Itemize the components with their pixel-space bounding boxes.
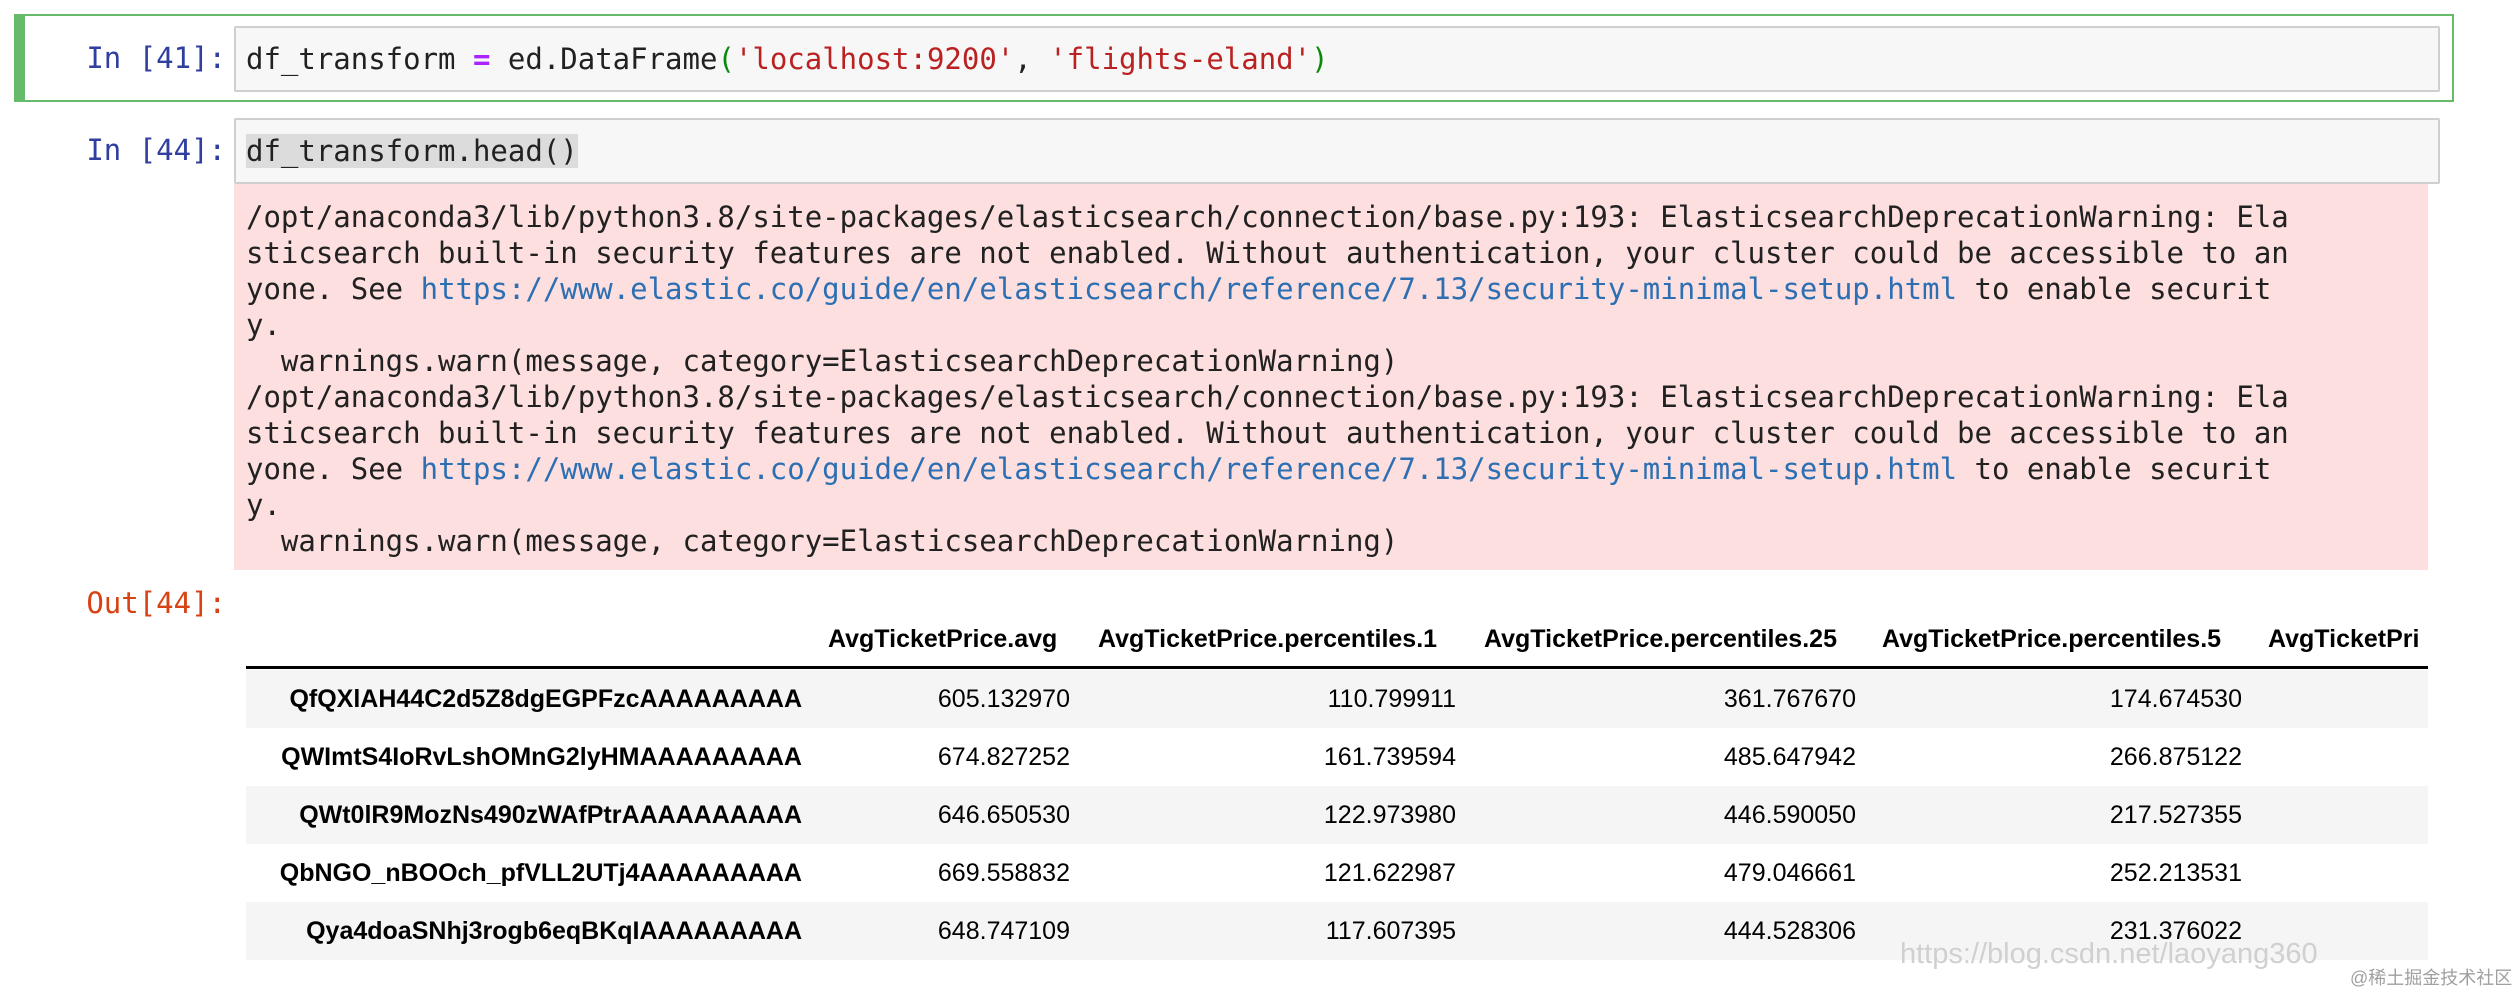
table-cell: 669.558832 [937,859,1070,887]
column-header: AvgTicketPrice.percentiles.25 [1484,625,1837,653]
watermark-url: https://blog.csdn.net/laoyang360 [1900,938,2318,970]
table-cell: 122.973980 [1323,801,1456,829]
stderr-line: yone. See https://www.elastic.co/guide/e… [246,272,2271,306]
code-string-index: 'flights-eland' [1049,42,1312,76]
stderr-output: /opt/anaconda3/lib/python3.8/site-packag… [234,184,2428,570]
stderr-text: to enable securit [1957,272,2272,306]
stderr-line: /opt/anaconda3/lib/python3.8/site-packag… [246,200,2289,234]
input-prompt-41: In [41]: [86,41,226,75]
code-text-44: df_transform.head() [246,134,578,168]
table-cell: 485.647942 [1723,743,1856,771]
code-close-paren: ) [1311,42,1329,76]
code-call: ed.DataFrame [490,42,718,76]
stderr-text: yone. See [246,452,421,486]
table-cell: 446.590050 [1723,801,1856,829]
table-cell: 674.827252 [937,743,1070,771]
code-input-41[interactable]: df_transform = ed.DataFrame('localhost:9… [234,26,2440,92]
table-cell: 605.132970 [937,685,1070,713]
table-cell: 361.767670 [1723,685,1856,713]
watermark-tag: @稀土掘金技术社区 [2350,968,2513,988]
stderr-line: y. [246,308,281,342]
stderr-line: warnings.warn(message, category=Elastics… [246,344,1399,378]
dataframe-table: AvgTicketPrice.avg AvgTicketPrice.percen… [246,612,2428,962]
table-row: QfQXlAH44C2d5Z8dgEGPFzcAAAAAAAAA 605.132… [246,670,2428,728]
code-text-41: df_transform = ed.DataFrame('localhost:9… [246,42,1329,76]
input-prompt-44: In [44]: [86,133,226,167]
column-header: AvgTicketPri [2268,625,2420,653]
table-cell: 117.607395 [1325,917,1456,945]
column-header: AvgTicketPrice.percentiles.5 [1882,625,2222,653]
stderr-line: yone. See https://www.elastic.co/guide/e… [246,452,2271,486]
table-cell: 479.046661 [1723,859,1856,887]
table-cell: 161.739594 [1323,743,1456,771]
table-cell: 174.674530 [2109,685,2242,713]
table-cell: 646.650530 [937,801,1070,829]
output-prompt-44: Out[44]: [86,586,226,620]
security-docs-link[interactable]: https://www.elastic.co/guide/en/elastics… [421,452,1957,486]
table-cell: 444.528306 [1723,917,1856,945]
row-index: QbNGO_nBOOch_pfVLL2UTj4AAAAAAAAA [279,859,802,887]
table-row: QWImtS4IoRvLshOMnG2lyHMAAAAAAAAA 674.827… [246,728,2428,786]
table-cell: 217.527355 [2109,801,2242,829]
table-cell: 252.213531 [2109,859,2242,887]
row-index: QWt0lR9MozNs490zWAfPtrAAAAAAAAAA [299,801,802,829]
row-index: QWImtS4IoRvLshOMnG2lyHMAAAAAAAAA [281,743,802,771]
row-index: QfQXlAH44C2d5Z8dgEGPFzcAAAAAAAAA [289,685,802,713]
security-docs-link[interactable]: https://www.elastic.co/guide/en/elastics… [421,272,1957,306]
stderr-text: to enable securit [1957,452,2272,486]
table-cell: 110.799911 [1327,685,1456,713]
code-separator: , [1014,42,1050,76]
code-input-44[interactable]: df_transform.head() [234,118,2440,184]
code-operator: = [472,42,491,76]
table-cell: 648.747109 [937,917,1070,945]
table-cell: 266.875122 [2109,743,2242,771]
stderr-line: y. [246,488,281,522]
table-row: QWt0lR9MozNs490zWAfPtrAAAAAAAAAA 646.650… [246,786,2428,844]
code-head-call: df_transform.head() [246,134,578,168]
code-var: df_transform [246,42,473,76]
row-index: Qya4doaSNhj3rogb6eqBKqIAAAAAAAAA [306,917,802,945]
column-header: AvgTicketPrice.avg [828,625,1058,653]
stderr-line: sticsearch built-in security features ar… [246,416,2289,450]
stderr-text: yone. See [246,272,421,306]
table-row: QbNGO_nBOOch_pfVLL2UTj4AAAAAAAAA 669.558… [246,844,2428,902]
column-header: AvgTicketPrice.percentiles.1 [1098,625,1438,653]
header-rule [246,666,2428,669]
stderr-line: /opt/anaconda3/lib/python3.8/site-packag… [246,380,2289,414]
table-cell: 121.622987 [1323,859,1456,887]
code-open-paren: ( [717,42,735,76]
code-string-host: 'localhost:9200' [734,42,1015,76]
stderr-line: warnings.warn(message, category=Elastics… [246,524,1399,558]
stderr-line: sticsearch built-in security features ar… [246,236,2289,270]
